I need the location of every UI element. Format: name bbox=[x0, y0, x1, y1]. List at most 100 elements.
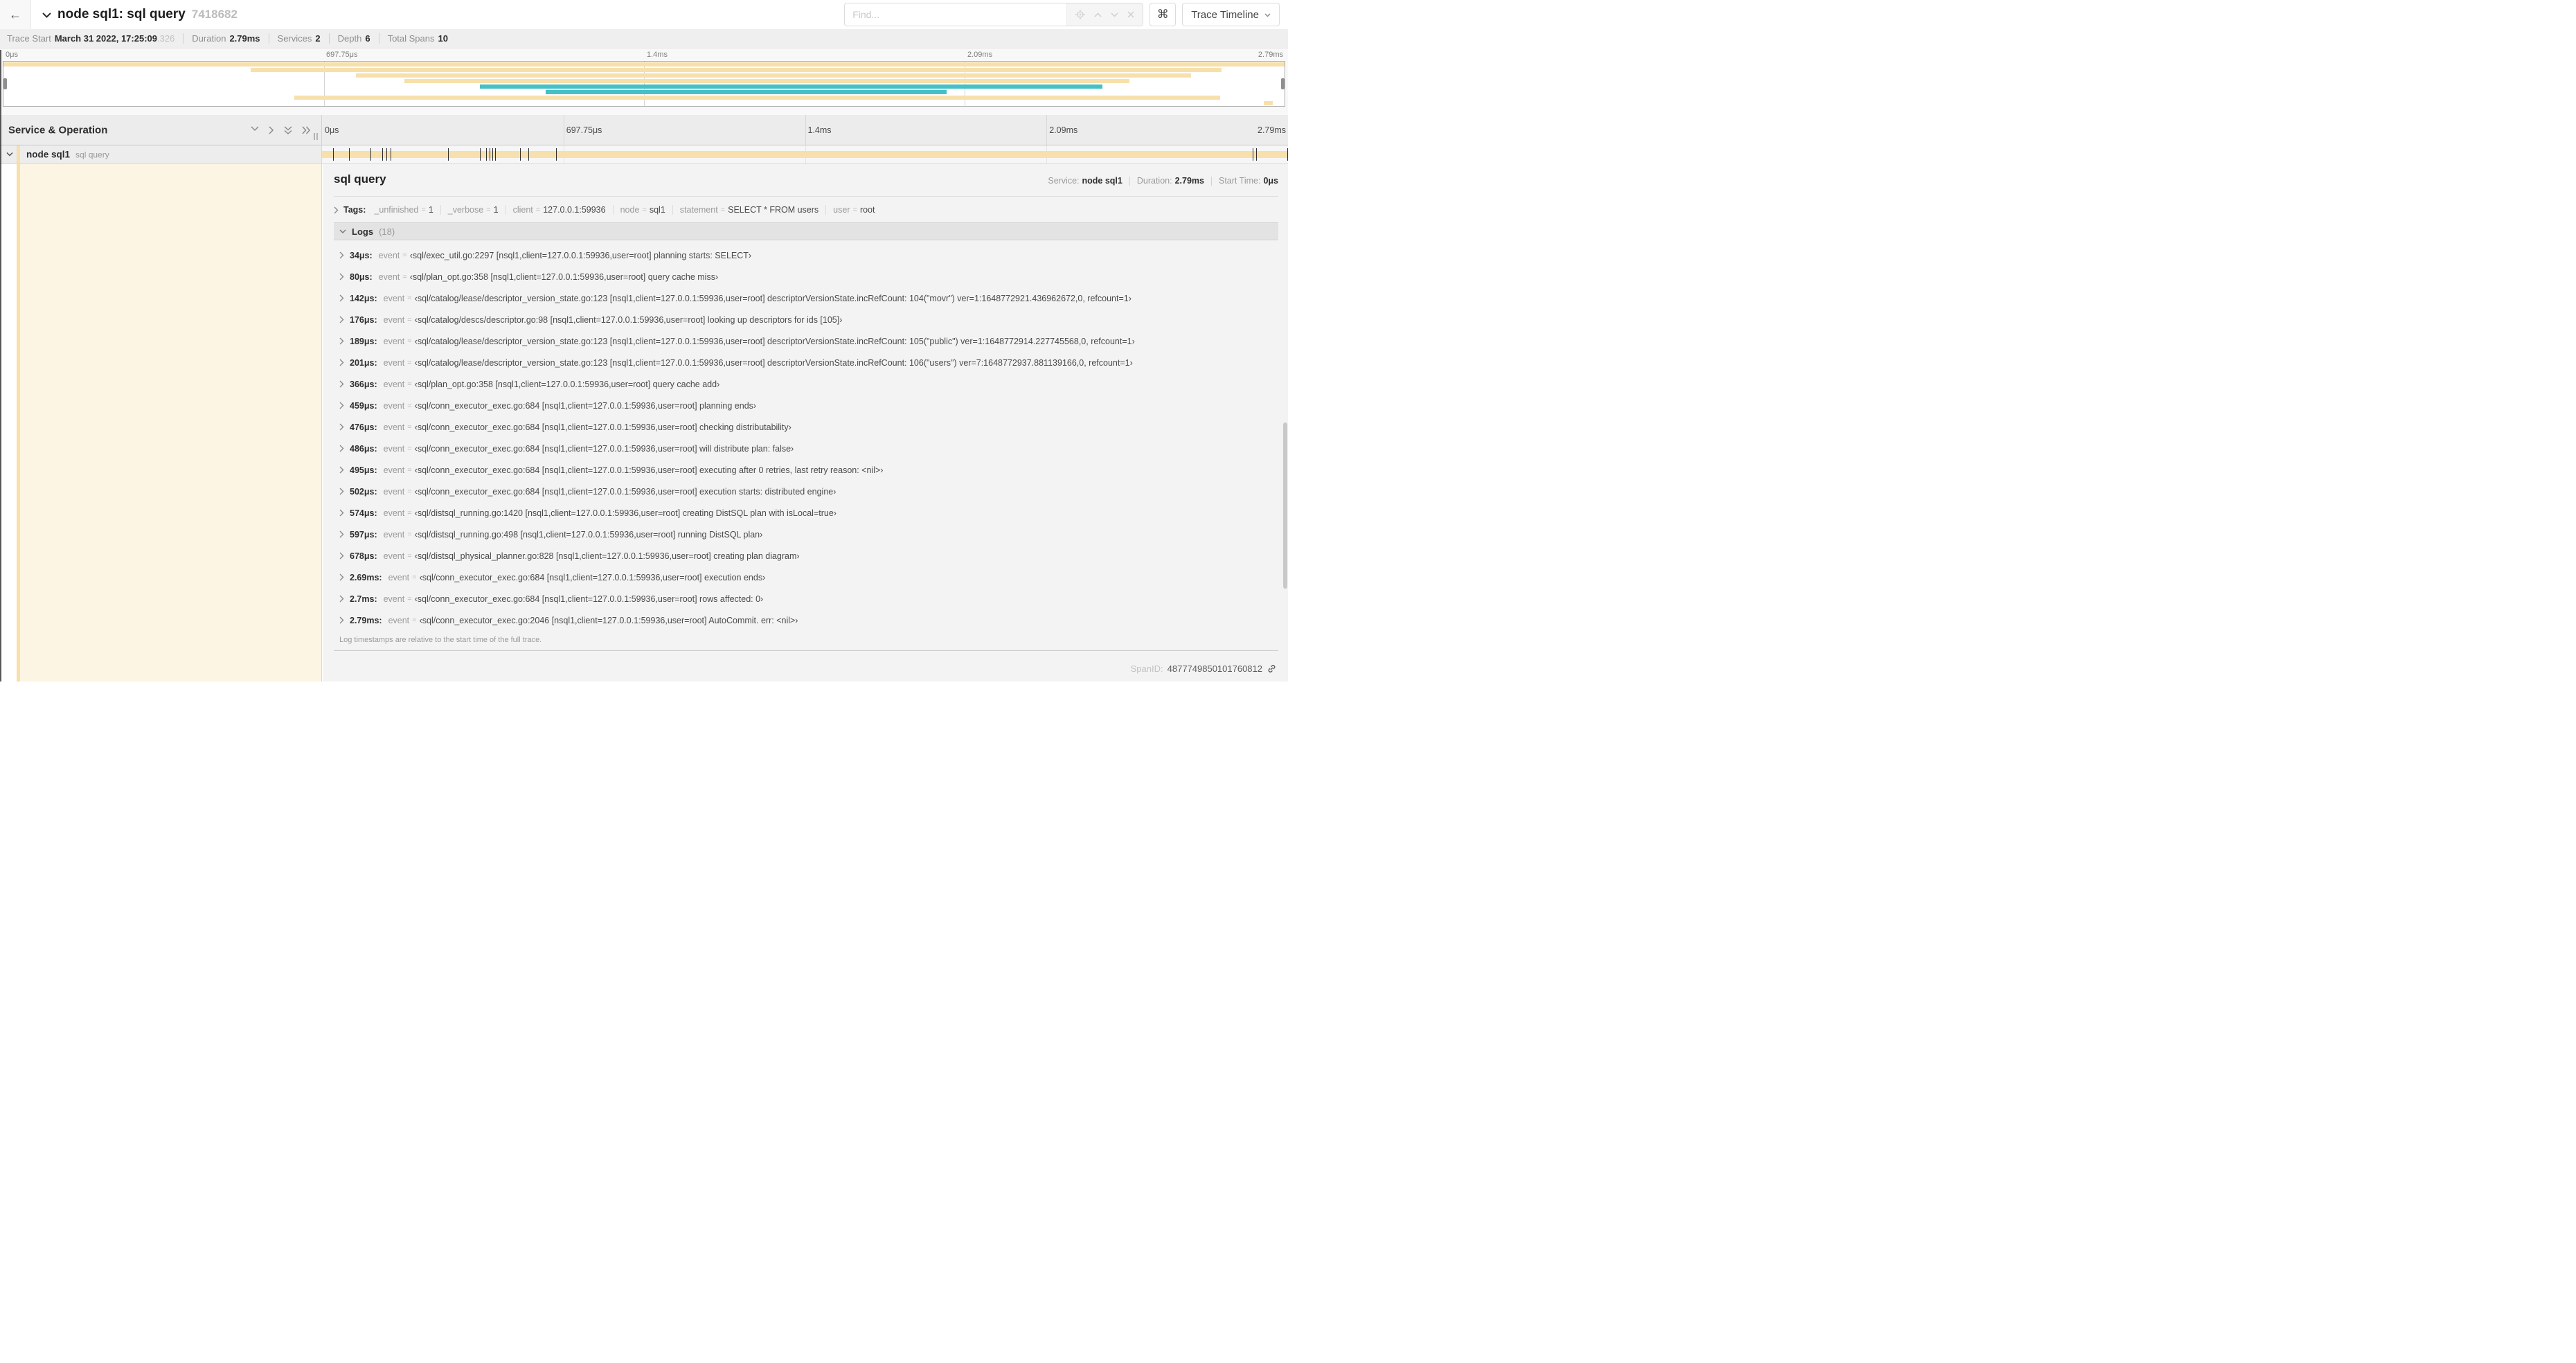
equals-sign: = bbox=[407, 551, 412, 560]
log-field-name: event bbox=[383, 508, 405, 518]
equals-sign: = bbox=[407, 530, 412, 539]
tag-value: root bbox=[859, 205, 875, 215]
tag-key: user bbox=[833, 205, 850, 215]
log-field-name: event bbox=[383, 465, 405, 475]
summary-item-label: Services bbox=[277, 33, 312, 44]
divider bbox=[334, 196, 1278, 197]
chevron-right-icon bbox=[339, 509, 344, 517]
window-edge-artifact bbox=[0, 50, 1, 682]
span-id-value: 4877749850101760812 bbox=[1167, 663, 1262, 674]
trace-title-wrap[interactable]: node sql1: sql query 7418682 bbox=[42, 7, 238, 22]
chevron-right-icon bbox=[334, 206, 339, 214]
log-row[interactable]: 2.7ms: event = ‹sql/conn_executor_exec.g… bbox=[339, 588, 1278, 609]
log-field-name: event bbox=[383, 400, 405, 411]
log-row[interactable]: 486μs: event = ‹sql/conn_executor_exec.g… bbox=[339, 438, 1278, 459]
locate-icon[interactable] bbox=[1075, 10, 1086, 19]
log-timestamp: 34μs: bbox=[350, 250, 373, 260]
separator bbox=[825, 205, 827, 215]
logs-header[interactable]: Logs (18) bbox=[334, 222, 1278, 240]
log-marker bbox=[519, 148, 521, 161]
log-row[interactable]: 597μs: event = ‹sql/distsql_running.go:4… bbox=[339, 524, 1278, 545]
minimap-right-scrubber[interactable] bbox=[1281, 78, 1285, 89]
chevron-up-icon[interactable] bbox=[1094, 12, 1102, 17]
summary-item-value: 6 bbox=[365, 33, 370, 44]
log-row[interactable]: 176μs: event = ‹sql/catalog/descs/descri… bbox=[339, 309, 1278, 330]
chevron-right-icon bbox=[339, 531, 344, 538]
span-id-label: SpanID: bbox=[1130, 663, 1163, 674]
chevron-right-icon bbox=[339, 251, 344, 259]
span-row-timeline-cell[interactable] bbox=[322, 145, 1288, 163]
span-duration-bar[interactable] bbox=[322, 151, 1288, 158]
separator bbox=[440, 205, 441, 215]
log-timestamp: 142μs: bbox=[350, 293, 377, 303]
span-detail-title[interactable]: sql query bbox=[334, 172, 386, 186]
chevron-right-icon bbox=[339, 552, 344, 560]
span-row[interactable]: node sql1 sql query bbox=[0, 145, 1288, 163]
log-row[interactable]: 80μs: event = ‹sql/plan_opt.go:358 [nsql… bbox=[339, 266, 1278, 287]
log-row[interactable]: 201μs: event = ‹sql/catalog/lease/descri… bbox=[339, 352, 1278, 373]
log-marker bbox=[448, 148, 449, 161]
summary-item-label: Trace Start bbox=[7, 33, 51, 44]
summary-item: Duration 2.79ms bbox=[192, 33, 260, 44]
chevron-down-icon[interactable] bbox=[42, 12, 51, 18]
trace-timeline-page: ← node sql1: sql query 7418682 ⌘ Trace bbox=[0, 0, 1288, 682]
scrollbar-thumb[interactable] bbox=[1283, 422, 1287, 589]
trace-view-label: Trace Timeline bbox=[1191, 8, 1259, 21]
log-timestamp: 366μs: bbox=[350, 379, 377, 389]
trace-view-dropdown[interactable]: Trace Timeline bbox=[1182, 3, 1280, 26]
timeline-tick-header: 0μs 697.75μs 1.4ms 2.09ms 2.79ms bbox=[322, 115, 1288, 145]
minimap-span-bar bbox=[355, 73, 1191, 78]
summary-item-label: Total Spans bbox=[387, 33, 435, 44]
log-row[interactable]: 502μs: event = ‹sql/conn_executor_exec.g… bbox=[339, 481, 1278, 502]
chevron-right-icon bbox=[339, 380, 344, 388]
clear-icon[interactable] bbox=[1127, 11, 1134, 18]
log-row[interactable]: 2.79ms: event = ‹sql/conn_executor_exec.… bbox=[339, 609, 1278, 631]
separator bbox=[183, 33, 184, 44]
collapse-all-icon[interactable] bbox=[284, 125, 292, 134]
logs-accordian: Logs (18) 34μs: event = ‹sql/exec_util.g… bbox=[334, 222, 1278, 651]
log-row[interactable]: 678μs: event = ‹sql/distsql_physical_pla… bbox=[339, 545, 1278, 567]
equals-sign: = bbox=[407, 594, 412, 603]
chevron-down-icon[interactable] bbox=[1111, 12, 1118, 17]
equals-sign: = bbox=[642, 206, 647, 214]
minimap-left-scrubber[interactable] bbox=[3, 78, 7, 89]
log-row[interactable]: 189μs: event = ‹sql/catalog/lease/descri… bbox=[339, 330, 1278, 352]
back-arrow-icon: ← bbox=[9, 7, 21, 21]
meta-label: Duration: bbox=[1136, 176, 1172, 186]
log-row[interactable]: 142μs: event = ‹sql/catalog/lease/descri… bbox=[339, 287, 1278, 309]
keyboard-shortcuts-button[interactable]: ⌘ bbox=[1150, 3, 1177, 26]
collapse-one-icon[interactable] bbox=[251, 125, 259, 134]
back-button[interactable]: ← bbox=[0, 0, 31, 29]
log-row[interactable]: 574μs: event = ‹sql/distsql_running.go:1… bbox=[339, 502, 1278, 524]
log-row[interactable]: 34μs: event = ‹sql/exec_util.go:2297 [ns… bbox=[339, 244, 1278, 266]
span-row-name-cell[interactable]: node sql1 sql query bbox=[0, 145, 322, 163]
tag-item: statement = SELECT * FROM users bbox=[680, 205, 819, 215]
chevron-right-icon bbox=[339, 294, 344, 302]
separator bbox=[1129, 176, 1130, 186]
equals-sign: = bbox=[407, 465, 412, 474]
tick-label: 2.79ms bbox=[1258, 51, 1283, 59]
log-row[interactable]: 476μs: event = ‹sql/conn_executor_exec.g… bbox=[339, 416, 1278, 438]
span-operation-name: sql query bbox=[75, 150, 109, 160]
log-row[interactable]: 459μs: event = ‹sql/conn_executor_exec.g… bbox=[339, 395, 1278, 416]
log-field-name: event bbox=[383, 443, 405, 454]
log-row[interactable]: 495μs: event = ‹sql/conn_executor_exec.g… bbox=[339, 459, 1278, 481]
log-row[interactable]: 366μs: event = ‹sql/plan_opt.go:358 [nsq… bbox=[339, 373, 1278, 395]
log-row[interactable]: 2.69ms: event = ‹sql/conn_executor_exec.… bbox=[339, 567, 1278, 588]
chevron-down-icon[interactable] bbox=[6, 152, 13, 157]
column-resize-handle[interactable] bbox=[314, 133, 318, 140]
log-field-name: event bbox=[383, 293, 405, 303]
log-value: ‹sql/conn_executor_exec.go:684 [nsql1,cl… bbox=[414, 486, 837, 497]
tags-accordian[interactable]: Tags: _unfinished = 1 _verbose = 1 clien… bbox=[334, 202, 1278, 218]
chevron-right-icon bbox=[339, 488, 344, 495]
minimap-canvas[interactable] bbox=[3, 61, 1285, 107]
expand-one-icon[interactable] bbox=[269, 125, 274, 134]
summary-item: Total Spans 10 bbox=[388, 33, 448, 44]
tag-item: user = root bbox=[833, 205, 875, 215]
span-color-stripe bbox=[17, 145, 20, 163]
link-icon[interactable] bbox=[1267, 663, 1277, 674]
expand-all-icon[interactable] bbox=[302, 125, 310, 134]
chevron-right-icon bbox=[339, 466, 344, 474]
log-value: ‹sql/exec_util.go:2297 [nsql1,client=127… bbox=[409, 250, 752, 260]
find-input[interactable] bbox=[845, 3, 1067, 26]
